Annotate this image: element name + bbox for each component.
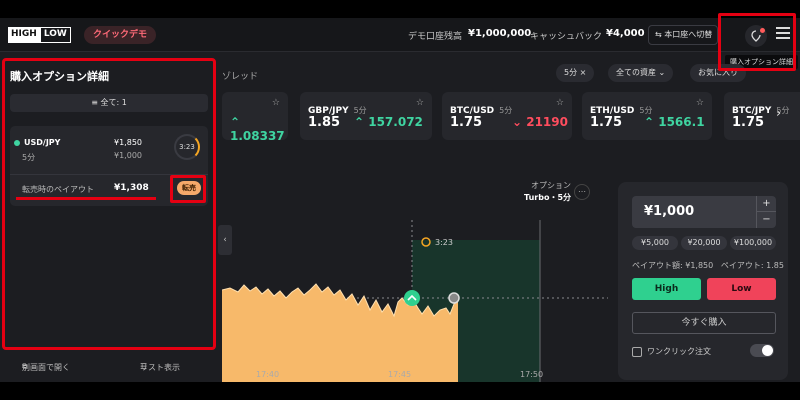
- preset-amount-button[interactable]: ¥20,000: [681, 236, 727, 250]
- asset-card[interactable]: BTC/USD 5分 ☆ 1.75 ⌄ 21190: [442, 92, 572, 140]
- logo-low: LOW: [39, 27, 71, 43]
- star-icon[interactable]: ☆: [272, 98, 280, 108]
- one-click-order: ワンクリック注文: [632, 346, 711, 357]
- switch-account-button[interactable]: ⇆ 本口座へ切替: [648, 25, 718, 45]
- trade-panel: ¥1,000 + − ¥5,000 ¥20,000 ¥100,000 ペイアウト…: [618, 182, 788, 380]
- star-icon[interactable]: ☆: [416, 98, 424, 108]
- one-click-label: ワンクリック注文: [647, 347, 711, 356]
- demo-badge[interactable]: クイックデモ: [84, 26, 157, 44]
- collapse-panel-tab[interactable]: ‹: [218, 225, 232, 255]
- option-label: オプション Turbo・5分: [524, 181, 572, 202]
- asset-card[interactable]: BTC/JPY 5分 1.75: [724, 92, 800, 140]
- cashback-label: キャッシュバック: [530, 32, 603, 42]
- balance-label: デモ口座残高: [408, 32, 463, 42]
- spread-label: ゾレッド: [222, 72, 259, 82]
- plus-icon[interactable]: +: [757, 196, 776, 212]
- buy-now-button[interactable]: 今すぐ購入: [632, 312, 776, 334]
- x-tick: 17:45: [388, 370, 411, 379]
- asset-price: ⌃ 1566.1: [644, 115, 705, 129]
- amount-value: ¥1,000: [644, 204, 695, 219]
- price-chart[interactable]: 3:23 17:40 17:45 17:50 オプション Turbo・5分 ⋯: [221, 170, 608, 382]
- asset-payout: 1.75: [590, 115, 623, 130]
- asset-filter-chip[interactable]: 全ての資産 ⌄: [608, 64, 674, 82]
- amount-input[interactable]: ¥1,000 + −: [632, 196, 776, 228]
- star-icon[interactable]: ☆: [696, 98, 704, 108]
- logo[interactable]: HIGH LOW: [8, 27, 71, 43]
- x-tick: 17:50: [520, 370, 543, 379]
- preset-amount-button[interactable]: ¥100,000: [730, 236, 776, 250]
- asset-time: 5分: [499, 106, 513, 115]
- panel-highlight-box: [2, 58, 216, 350]
- asset-payout: 1.85: [308, 115, 341, 130]
- asset-card[interactable]: ☆ ⌃ 1.08337: [222, 92, 288, 143]
- low-button[interactable]: Low: [707, 278, 776, 300]
- entry-marker: [404, 290, 420, 306]
- cashback-value: ¥4,000: [606, 28, 645, 39]
- asset-payout: 1.75: [450, 115, 483, 130]
- payout-info: ペイアウト額: ¥1,850 ペイアウト: 1.85: [632, 261, 784, 270]
- logo-high: HIGH: [8, 27, 40, 43]
- asset-payout: 1.75: [732, 115, 765, 130]
- asset-price: ⌃ 157.072: [354, 115, 423, 129]
- top-header: HIGH LOW クイックデモ デモ口座残高 ¥1,000,000 キャッシュバ…: [0, 18, 800, 52]
- asset-card[interactable]: GBP/JPY 5分 ☆ 1.85 ⌃ 157.072: [300, 92, 432, 140]
- asset-time: 5分: [353, 106, 367, 115]
- amount-stepper[interactable]: + −: [756, 196, 776, 228]
- star-icon[interactable]: ☆: [556, 98, 564, 108]
- asset-card[interactable]: ETH/USD 5分 ☆ 1.75 ⌃ 1566.1: [582, 92, 712, 140]
- portfolio-footer: ⧉ 別画面で開く ☰ リスト表示: [22, 362, 180, 372]
- chevron-right-icon[interactable]: ›: [776, 106, 781, 121]
- one-click-toggle[interactable]: [750, 344, 774, 357]
- asset-price: ⌃ 1.08337: [230, 115, 285, 143]
- asset-price: ⌄ 21190: [512, 115, 568, 129]
- chevron-left-icon: ‹: [223, 235, 227, 245]
- asset-time: 5分: [639, 106, 653, 115]
- current-marker: [448, 292, 460, 304]
- minus-icon[interactable]: −: [757, 212, 776, 228]
- one-click-icon: [632, 346, 642, 357]
- header-highlight-box: [718, 13, 796, 71]
- chart-timer: 3:23: [435, 238, 453, 247]
- balance-value: ¥1,000,000: [468, 28, 532, 39]
- more-options-icon[interactable]: ⋯: [574, 184, 590, 200]
- time-filter-chip[interactable]: 5分 ×: [556, 64, 595, 82]
- preset-amount-button[interactable]: ¥5,000: [632, 236, 678, 250]
- x-tick: 17:40: [256, 370, 279, 379]
- high-button[interactable]: High: [632, 278, 701, 300]
